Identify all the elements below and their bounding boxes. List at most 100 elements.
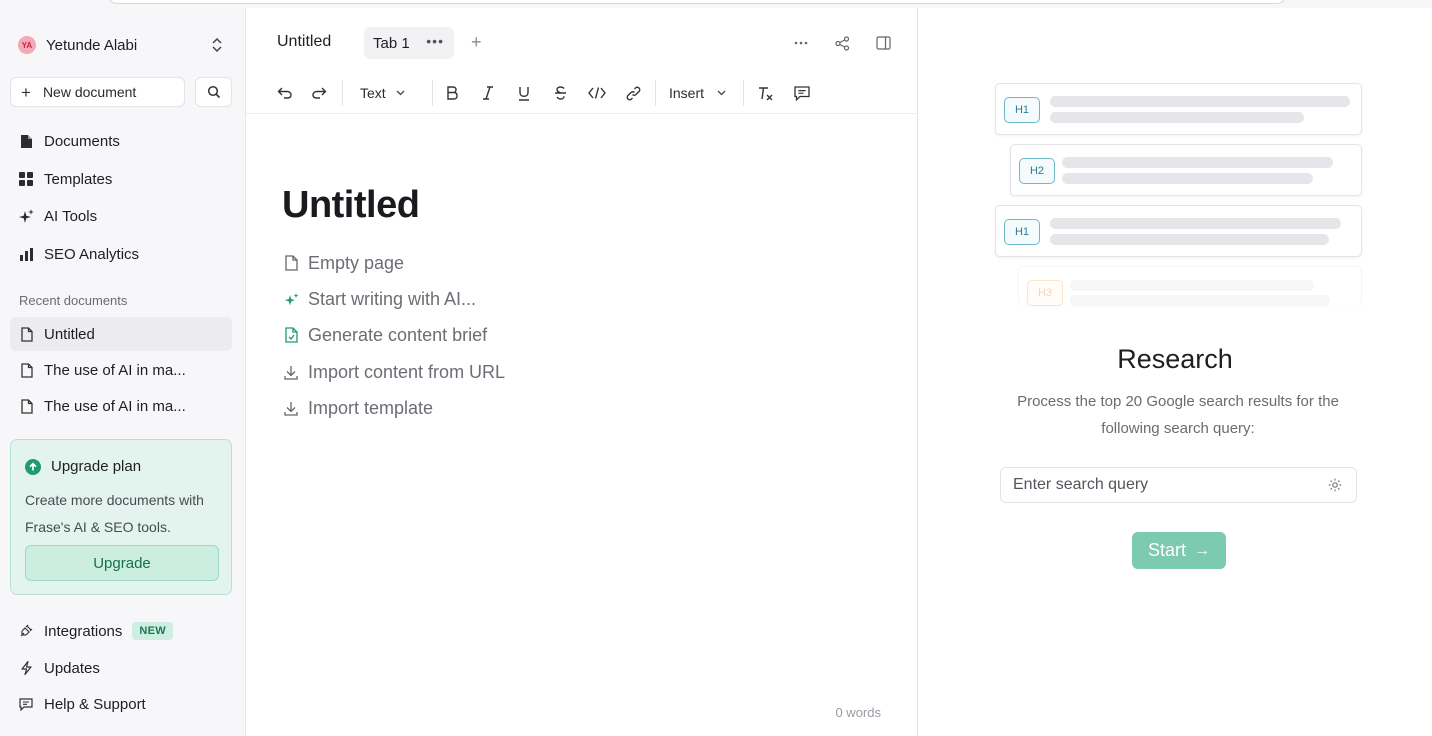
file-outline-icon	[19, 398, 35, 414]
recent-document-item[interactable]: The use of AI in ma...	[10, 389, 232, 423]
arrow-up-circle-icon	[25, 458, 41, 475]
recent-document-item[interactable]: The use of AI in ma...	[10, 353, 232, 387]
gear-icon[interactable]	[1328, 478, 1342, 492]
insert-label: Insert	[669, 85, 705, 101]
code-button[interactable]	[587, 83, 607, 103]
heading-badge: H3	[1027, 280, 1063, 306]
sidebar-item-documents[interactable]: Documents	[18, 130, 120, 152]
start-button[interactable]: Start →	[1132, 532, 1226, 569]
italic-button[interactable]	[479, 83, 497, 103]
search-icon	[207, 85, 220, 99]
search-query-input[interactable]	[1013, 468, 1313, 502]
placeholder-bar	[1070, 280, 1314, 291]
comment-button[interactable]	[793, 83, 811, 103]
sidebar-item-label: Updates	[44, 659, 100, 677]
clear-formatting-icon	[759, 86, 773, 100]
option-label: Generate content brief	[308, 324, 488, 345]
address-bar-edge	[108, 0, 1286, 4]
document-title-tab[interactable]: Untitled	[277, 33, 331, 51]
placeholder-bar	[1062, 173, 1313, 184]
share-icon	[834, 35, 849, 51]
sidebar-item-integrations[interactable]: Integrations NEW	[18, 620, 173, 642]
undo-button[interactable]	[275, 83, 293, 103]
underline-button[interactable]	[515, 83, 533, 103]
option-label: Empty page	[308, 252, 405, 273]
placeholder-bar	[1062, 157, 1333, 168]
option-empty-page[interactable]: Empty page	[282, 251, 404, 275]
download-icon	[282, 363, 300, 381]
redo-button[interactable]	[310, 83, 328, 103]
undo-icon	[277, 87, 292, 99]
sidebar: YA Yetunde Alabi + New document Document…	[0, 8, 246, 736]
option-label: Import template	[308, 397, 434, 418]
strikethrough-icon	[554, 86, 566, 100]
sidebar-panel-icon	[875, 36, 891, 50]
upgrade-plan-heading: Upgrade plan	[51, 458, 142, 475]
more-options-button[interactable]	[792, 34, 810, 52]
sparkle-icon	[282, 290, 300, 308]
option-start-writing-with-ai[interactable]: Start writing with AI...	[282, 287, 476, 311]
sidebar-item-label: Integrations	[44, 622, 123, 640]
bold-button[interactable]	[443, 83, 461, 103]
formatting-toolbar: Text Insert	[246, 74, 918, 114]
recent-document-item[interactable]: Untitled	[10, 317, 232, 351]
option-import-template[interactable]: Import template	[282, 396, 433, 420]
placeholder-bar	[1050, 112, 1304, 123]
document-heading[interactable]: Untitled	[282, 184, 420, 227]
editor-pane: Untitled Tab 1 ••• + Text Insert Untitle…	[246, 8, 918, 736]
avatar: YA	[18, 36, 36, 54]
link-button[interactable]	[624, 83, 642, 103]
account-switcher[interactable]: YA Yetunde Alabi	[18, 34, 224, 56]
underline-icon	[519, 86, 529, 101]
new-document-button[interactable]: + New document	[10, 77, 185, 107]
new-document-label: New document	[42, 84, 137, 100]
option-generate-content-brief[interactable]: Generate content brief	[282, 323, 487, 347]
word-count: 0 words	[835, 705, 881, 720]
sparkle-icon	[18, 208, 34, 224]
research-panel: H1 H2 H1 H3 Research Process the top 20 …	[918, 8, 1432, 736]
strikethrough-button[interactable]	[551, 83, 569, 103]
file-outline-icon	[19, 362, 35, 378]
search-query-field	[1000, 467, 1357, 503]
recent-document-label: The use of AI in ma...	[44, 361, 186, 379]
more-horizontal-icon[interactable]: •••	[426, 33, 444, 49]
clear-formatting-button[interactable]	[757, 83, 775, 103]
sidebar-item-label: SEO Analytics	[44, 245, 140, 263]
file-outline-icon	[19, 326, 35, 342]
insert-dropdown[interactable]: Insert	[669, 83, 731, 103]
file-outline-icon	[282, 254, 300, 272]
upgrade-plan-description: Create more documents with Frase's AI & …	[25, 492, 204, 535]
comment-icon	[794, 85, 810, 101]
text-style-dropdown[interactable]: Text	[360, 83, 412, 103]
add-tab-button[interactable]: +	[471, 32, 482, 53]
sidebar-item-updates[interactable]: Updates	[18, 657, 100, 679]
plug-icon	[18, 623, 34, 639]
share-button[interactable]	[833, 34, 851, 52]
sidebar-item-templates[interactable]: Templates	[18, 168, 112, 190]
placeholder-bar	[1050, 234, 1329, 245]
sidebar-item-seo-analytics[interactable]: SEO Analytics	[18, 243, 139, 265]
sidebar-item-ai-tools[interactable]: AI Tools	[18, 205, 97, 227]
option-label: Start writing with AI...	[308, 288, 477, 309]
recent-document-label: Untitled	[44, 325, 95, 343]
toolbar-divider	[342, 80, 343, 106]
plus-icon: +	[21, 82, 31, 102]
sidebar-item-label: AI Tools	[44, 207, 98, 225]
tab-1[interactable]: Tab 1 •••	[364, 27, 454, 59]
placeholder-bar	[1050, 218, 1341, 229]
recent-document-label: The use of AI in ma...	[44, 397, 186, 415]
search-button[interactable]	[195, 77, 232, 107]
recent-documents-heading: Recent documents	[19, 293, 128, 308]
upgrade-button[interactable]: Upgrade	[25, 545, 219, 581]
bolt-icon	[18, 660, 34, 676]
chevron-down-icon	[717, 90, 726, 96]
placeholder-bar	[1070, 295, 1330, 306]
more-horizontal-icon	[794, 41, 808, 45]
option-import-content-from-url[interactable]: Import content from URL	[282, 360, 505, 384]
chat-icon	[18, 696, 34, 712]
heading-badge: H1	[1004, 219, 1040, 245]
sidebar-item-help-support[interactable]: Help & Support	[18, 693, 146, 715]
chevron-up-down-icon	[212, 37, 222, 53]
toggle-panel-button[interactable]	[874, 34, 892, 52]
file-icon	[18, 133, 34, 149]
